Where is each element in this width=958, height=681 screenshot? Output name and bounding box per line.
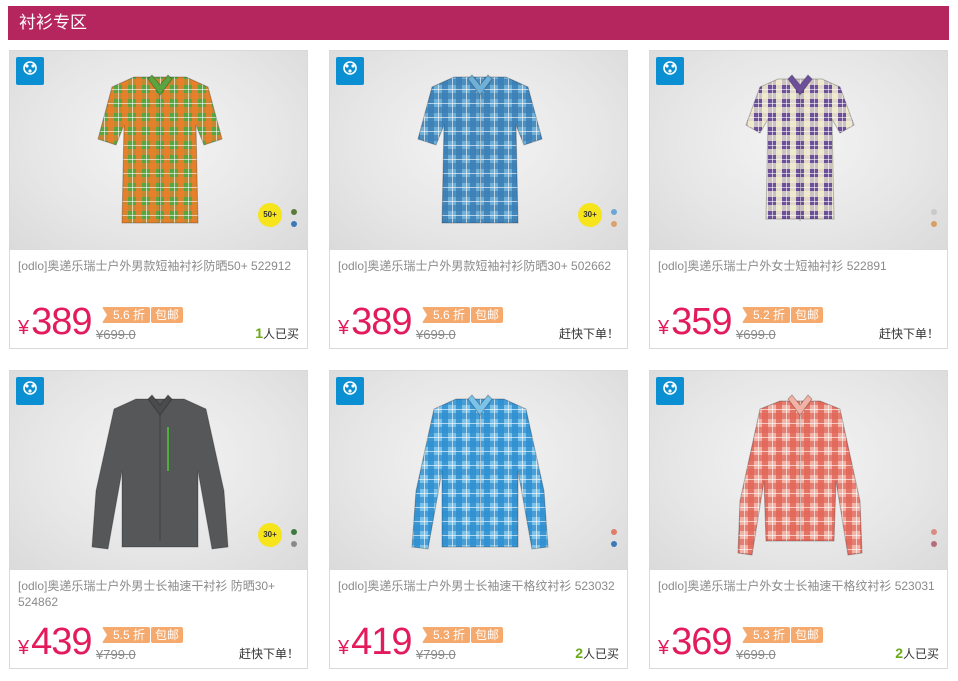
spf-badge: 30+ (258, 523, 282, 547)
color-swatch[interactable] (291, 209, 297, 215)
sold-suffix: 人已买 (902, 647, 939, 661)
price-amount: 439 (31, 621, 92, 663)
currency-symbol: ¥ (658, 637, 670, 659)
price-amount: 389 (351, 301, 412, 343)
hurry-text: 赶快下单！ (558, 327, 619, 341)
color-swatch[interactable] (611, 541, 617, 547)
free-shipping-badge: 包邮 (791, 627, 824, 643)
color-swatch[interactable] (611, 221, 617, 227)
discount-badge: 5.6 折 (102, 307, 151, 323)
original-price: ¥699.0 (736, 647, 776, 662)
color-swatch[interactable] (931, 541, 937, 547)
product-title[interactable]: [odlo]奥递乐瑞士户外男士长袖速干格纹衬衫 523032 (338, 578, 623, 594)
product-title[interactable]: [odlo]奥递乐瑞士户外女士短袖衬衫 522891 (658, 258, 943, 274)
free-shipping-badge: 包邮 (471, 307, 504, 323)
discount-badge: 5.5 折 (102, 627, 151, 643)
original-price: ¥799.0 (96, 647, 136, 662)
product-price: ¥419 (338, 621, 413, 664)
original-price: ¥699.0 (736, 327, 776, 342)
price-amount: 419 (351, 621, 412, 663)
sold-count: 1 (255, 325, 263, 341)
product-image[interactable]: 30+ (10, 371, 307, 570)
currency-symbol: ¥ (658, 317, 670, 339)
color-swatch[interactable] (931, 221, 937, 227)
color-swatch[interactable] (611, 529, 617, 535)
sales-status: 赶快下单！ (879, 325, 939, 342)
section-header: 衬衫专区 (8, 6, 949, 40)
free-shipping-badge: 包邮 (471, 627, 504, 643)
product-card[interactable]: [odlo]奥递乐瑞士户外女士短袖衬衫 522891 ¥359 5.2 折 包邮… (649, 50, 948, 349)
hurry-text: 赶快下单！ (238, 647, 299, 661)
sold-suffix: 人已买 (582, 647, 619, 661)
color-swatch[interactable] (291, 529, 297, 535)
product-card[interactable]: [odlo]奥递乐瑞士户外男士长袖速干格纹衬衫 523032 ¥419 5.3 … (329, 370, 628, 669)
sales-status: 赶快下单！ (559, 325, 619, 342)
shirt-image (737, 394, 863, 556)
currency-symbol: ¥ (18, 317, 30, 339)
color-swatch[interactable] (931, 209, 937, 215)
product-price: ¥439 (18, 621, 93, 664)
price-amount: 389 (31, 301, 92, 343)
product-title[interactable]: [odlo]奥递乐瑞士户外男款短袖衬衫防晒50+ 522912 (18, 258, 303, 274)
discount-badge: 5.3 折 (742, 627, 791, 643)
color-swatch[interactable] (291, 541, 297, 547)
product-title[interactable]: [odlo]奥递乐瑞士户外女士长袖速干格纹衬衫 523031 (658, 578, 943, 594)
price-amount: 359 (671, 301, 732, 343)
discount-badge: 5.2 折 (742, 307, 791, 323)
discount-badge: 5.3 折 (422, 627, 471, 643)
sales-status: 2人已买 (575, 645, 619, 662)
sales-status: 1人已买 (255, 325, 299, 342)
original-price: ¥699.0 (416, 327, 456, 342)
spf-badge: 30+ (578, 203, 602, 227)
sales-status: 赶快下单！ (239, 645, 299, 662)
product-price: ¥359 (658, 301, 733, 344)
discount-badge: 5.6 折 (422, 307, 471, 323)
product-title[interactable]: [odlo]奥递乐瑞士户外男士长袖速干衬衫 防晒30+ 524862 (18, 578, 303, 610)
original-price: ¥799.0 (416, 647, 456, 662)
color-swatch[interactable] (291, 221, 297, 227)
original-price: ¥699.0 (96, 327, 136, 342)
sold-suffix: 人已买 (262, 327, 299, 341)
color-swatch[interactable] (611, 209, 617, 215)
product-image[interactable] (650, 51, 947, 250)
product-image[interactable]: 30+ (330, 51, 627, 250)
free-shipping-badge: 包邮 (151, 307, 184, 323)
product-image[interactable] (650, 371, 947, 570)
section-title: 衬衫专区 (19, 13, 87, 32)
product-price: ¥389 (338, 301, 413, 344)
odlo-logo-icon (336, 57, 364, 85)
price-amount: 369 (671, 621, 732, 663)
hurry-text: 赶快下单！ (878, 327, 939, 341)
product-card[interactable]: 30+ [odlo]奥递乐瑞士户外男款短袖衬衫防晒30+ 502662 ¥389… (329, 50, 628, 349)
shirt-image (745, 74, 855, 221)
free-shipping-badge: 包邮 (791, 307, 824, 323)
product-title[interactable]: [odlo]奥递乐瑞士户外男款短袖衬衫防晒30+ 502662 (338, 258, 623, 274)
product-image[interactable]: 50+ (10, 51, 307, 250)
sold-count: 2 (575, 645, 583, 661)
spf-badge: 50+ (258, 203, 282, 227)
sales-status: 2人已买 (895, 645, 939, 662)
color-swatch[interactable] (931, 529, 937, 535)
currency-symbol: ¥ (18, 637, 30, 659)
odlo-logo-icon (16, 377, 44, 405)
odlo-logo-icon (336, 377, 364, 405)
product-image[interactable] (330, 371, 627, 570)
shirt-image (411, 394, 549, 550)
product-price: ¥389 (18, 301, 93, 344)
product-card[interactable]: 50+ [odlo]奥递乐瑞士户外男款短袖衬衫防晒50+ 522912 ¥389… (9, 50, 308, 349)
odlo-logo-icon (656, 377, 684, 405)
product-card[interactable]: [odlo]奥递乐瑞士户外女士长袖速干格纹衬衫 523031 ¥369 5.3 … (649, 370, 948, 669)
odlo-logo-icon (16, 57, 44, 85)
odlo-logo-icon (656, 57, 684, 85)
currency-symbol: ¥ (338, 317, 350, 339)
product-card[interactable]: 30+ [odlo]奥递乐瑞士户外男士长袖速干衬衫 防晒30+ 524862 ¥… (9, 370, 308, 669)
free-shipping-badge: 包邮 (151, 627, 184, 643)
sold-count: 2 (895, 645, 903, 661)
currency-symbol: ¥ (338, 637, 350, 659)
product-price: ¥369 (658, 621, 733, 664)
